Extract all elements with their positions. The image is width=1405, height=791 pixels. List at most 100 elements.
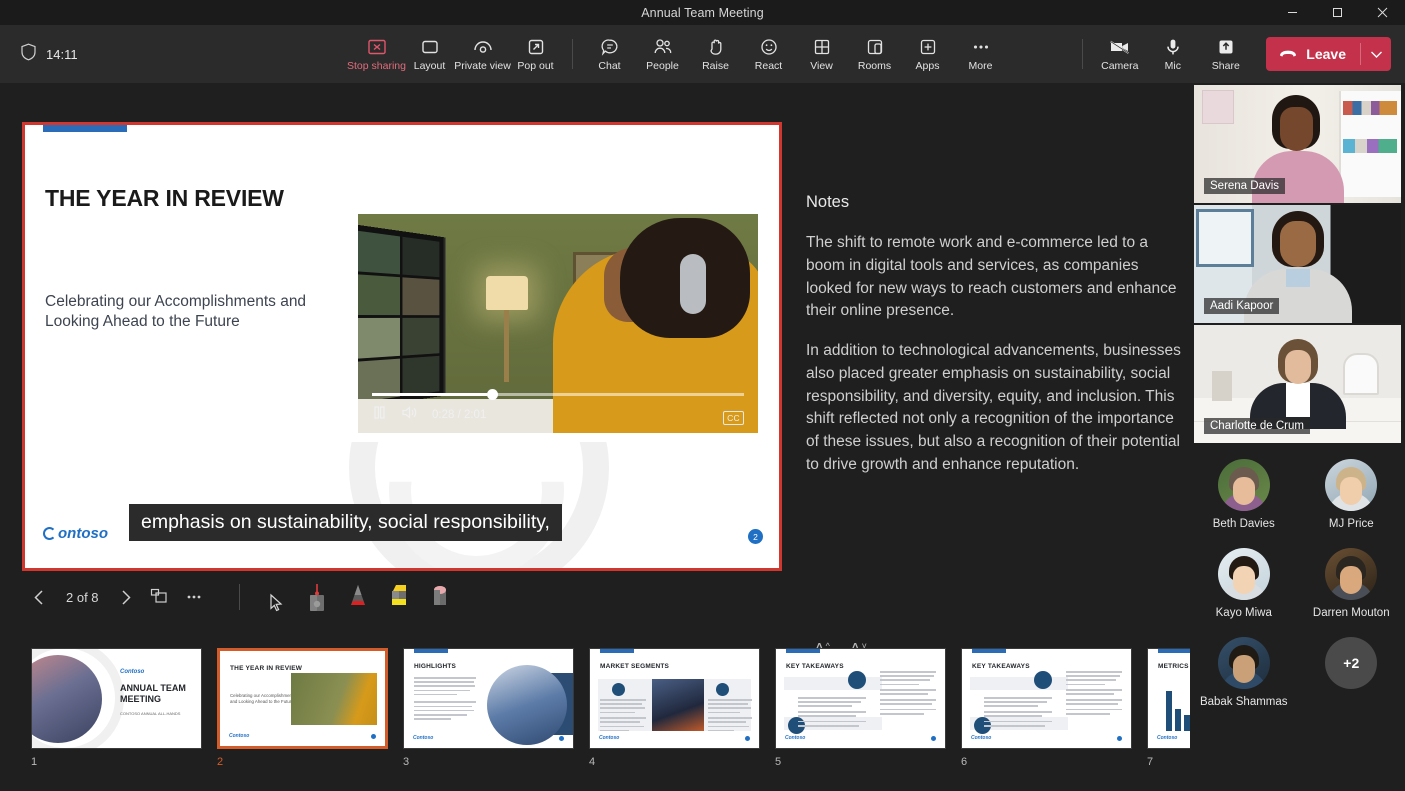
tile2-shirt	[1286, 269, 1310, 287]
contoso-logo-text: ontoso	[58, 525, 108, 542]
thumbnail-1[interactable]: Contoso ANNUAL TEAM MEETING CONTOSO ANNU…	[31, 648, 202, 768]
thumbnail-4[interactable]: MARKET SEGMENTS Contoso	[589, 648, 760, 768]
window-controls	[1270, 0, 1405, 25]
notes-paragraph-2: In addition to technological advancement…	[806, 340, 1186, 477]
avatar-row-3: Babak Shammas +2	[1190, 637, 1405, 708]
thumbnail-subtitle-1: CONTOSO ANNUAL ALL-HANDS	[120, 711, 180, 716]
participants-overflow[interactable]: +2	[1301, 637, 1401, 708]
camera-button[interactable]: Camera	[1093, 28, 1146, 80]
slide-canvas: THE YEAR IN REVIEW Celebrating our Accom…	[25, 125, 779, 568]
participant-babak-shammas[interactable]: Babak Shammas	[1194, 637, 1294, 708]
thumbnail-3[interactable]: HIGHLIGHTS Contoso 3	[403, 648, 574, 768]
laser-pointer-tool[interactable]	[303, 581, 331, 613]
pop-out-button[interactable]: Pop out	[509, 28, 562, 80]
shared-slide-frame[interactable]: THE YEAR IN REVIEW Celebrating our Accom…	[22, 122, 782, 571]
participant-rail[interactable]: Serena Davis Aadi Kapoor Charlotte de Cr…	[1190, 83, 1405, 791]
meeting-status: 14:11	[20, 43, 350, 66]
video-lamp-shade	[486, 276, 528, 310]
slide-page-badge: 2	[748, 529, 763, 544]
pause-icon[interactable]	[372, 405, 387, 425]
raise-hand-button[interactable]: Raise	[689, 28, 742, 80]
video-progress-fill	[372, 393, 487, 396]
camera-off-icon	[1108, 36, 1132, 58]
video-monitor	[358, 224, 446, 409]
more-button[interactable]: More	[954, 28, 1007, 80]
thumbnail-image-4[interactable]: MARKET SEGMENTS Contoso	[589, 648, 760, 749]
slide-grid-button[interactable]	[143, 580, 177, 614]
participant-mj-price[interactable]: MJ Price	[1301, 459, 1401, 530]
red-pen-tool[interactable]	[344, 581, 372, 613]
thumbnail-2[interactable]: THE YEAR IN REVIEW Celebrating our Accom…	[217, 648, 388, 768]
video-tile-charlotte-de-crum[interactable]: Charlotte de Crum	[1194, 325, 1401, 443]
apps-plus-icon	[918, 36, 938, 58]
video-tile-name-1: Serena Davis	[1204, 178, 1285, 194]
video-tile-serena-davis[interactable]: Serena Davis	[1194, 85, 1401, 203]
mic-button[interactable]: Mic	[1146, 28, 1199, 80]
thumbnail-image-7[interactable]: METRICS Contoso	[1147, 648, 1190, 749]
slide-filmstrip[interactable]: Contoso ANNUAL TEAM MEETING CONTOSO ANNU…	[0, 648, 1190, 791]
thumbnail-image-5[interactable]: KEY TAKEAWAYS Contoso	[775, 648, 946, 749]
hang-up-icon	[1278, 45, 1298, 64]
thumbnail-6[interactable]: KEY TAKEAWAYS Contoso	[961, 648, 1132, 768]
window-title: Annual Team Meeting	[641, 6, 764, 20]
thumbnail-image-2[interactable]: THE YEAR IN REVIEW Celebrating our Accom…	[217, 648, 388, 749]
react-smiley-icon	[759, 36, 779, 58]
video-tile-name-3: Charlotte de Crum	[1204, 418, 1310, 434]
minimize-button[interactable]	[1270, 0, 1315, 25]
participant-beth-davies[interactable]: Beth Davies	[1194, 459, 1294, 530]
slide-more-options-button[interactable]	[177, 580, 211, 614]
react-button[interactable]: React	[742, 28, 795, 80]
thumbnail-index-5: 5	[775, 756, 946, 768]
rooms-label: Rooms	[858, 61, 891, 72]
thumb-accent-7	[1158, 649, 1190, 653]
embedded-video-player[interactable]: 0:28 / 2:01 CC	[358, 214, 758, 433]
video-tile-aadi-kapoor[interactable]: Aadi Kapoor	[1194, 205, 1401, 323]
avatar-name-2: MJ Price	[1329, 518, 1374, 530]
video-progress-knob[interactable]	[487, 389, 498, 400]
thumbnail-image-6[interactable]: KEY TAKEAWAYS Contoso	[961, 648, 1132, 749]
view-button[interactable]: View	[795, 28, 848, 80]
private-view-button[interactable]: Private view	[456, 28, 509, 80]
previous-slide-button[interactable]	[22, 580, 56, 614]
leave-options-button[interactable]	[1361, 37, 1391, 71]
next-slide-button[interactable]	[109, 580, 143, 614]
volume-on-icon[interactable]	[401, 405, 418, 425]
leave-button-group: Leave	[1266, 37, 1391, 71]
thumb-dot-4	[745, 736, 750, 741]
slide-subtitle: Celebrating our Accomplishments and Look…	[45, 292, 345, 333]
thumbnail-5[interactable]: KEY TAKEAWAYS Contoso	[775, 648, 946, 768]
chat-button[interactable]: Chat	[583, 28, 636, 80]
thumbnail-image-1[interactable]: Contoso ANNUAL TEAM MEETING CONTOSO ANNU…	[31, 648, 202, 749]
share-button[interactable]: Share	[1199, 28, 1252, 80]
participant-kayo-miwa[interactable]: Kayo Miwa	[1194, 548, 1294, 619]
cursor-tool[interactable]	[262, 581, 290, 613]
mic-label: Mic	[1165, 61, 1181, 72]
thumbnail-title-7: METRICS	[1158, 663, 1189, 670]
meeting-toolbar: 14:11 Stop sharing Layout Private view	[0, 25, 1405, 83]
nav-tools-divider	[239, 584, 240, 610]
apps-button[interactable]: Apps	[901, 28, 954, 80]
thumbnail-image-3[interactable]: HIGHLIGHTS Contoso	[403, 648, 574, 749]
stop-sharing-button[interactable]: Stop sharing	[350, 28, 403, 80]
view-label: View	[810, 61, 833, 72]
thumb-logo-2: Contoso	[229, 733, 249, 739]
rooms-button[interactable]: Rooms	[848, 28, 901, 80]
overflow-count-badge: +2	[1325, 637, 1377, 689]
participant-darren-mouton[interactable]: Darren Mouton	[1301, 548, 1401, 619]
avatar-row-1: Beth Davies MJ Price	[1190, 459, 1405, 530]
leave-button[interactable]: Leave	[1266, 37, 1360, 71]
video-cc-button[interactable]: CC	[723, 411, 744, 425]
thumb-text-lines-5a	[798, 697, 866, 729]
video-progress-bar[interactable]	[372, 393, 744, 396]
close-button[interactable]	[1360, 0, 1405, 25]
layout-button[interactable]: Layout	[403, 28, 456, 80]
thumbnail-7[interactable]: METRICS Contoso 7	[1147, 648, 1190, 768]
eraser-tool[interactable]	[426, 581, 454, 613]
thumb-text-lines-6b	[1066, 671, 1122, 717]
maximize-button[interactable]	[1315, 0, 1360, 25]
participant-avatars: Beth Davies MJ Price	[1190, 445, 1405, 708]
tile1-books-row2	[1343, 139, 1397, 153]
yellow-highlighter-tool[interactable]	[385, 581, 413, 613]
people-button[interactable]: People	[636, 28, 689, 80]
thumbnail-title-4: MARKET SEGMENTS	[600, 663, 669, 670]
